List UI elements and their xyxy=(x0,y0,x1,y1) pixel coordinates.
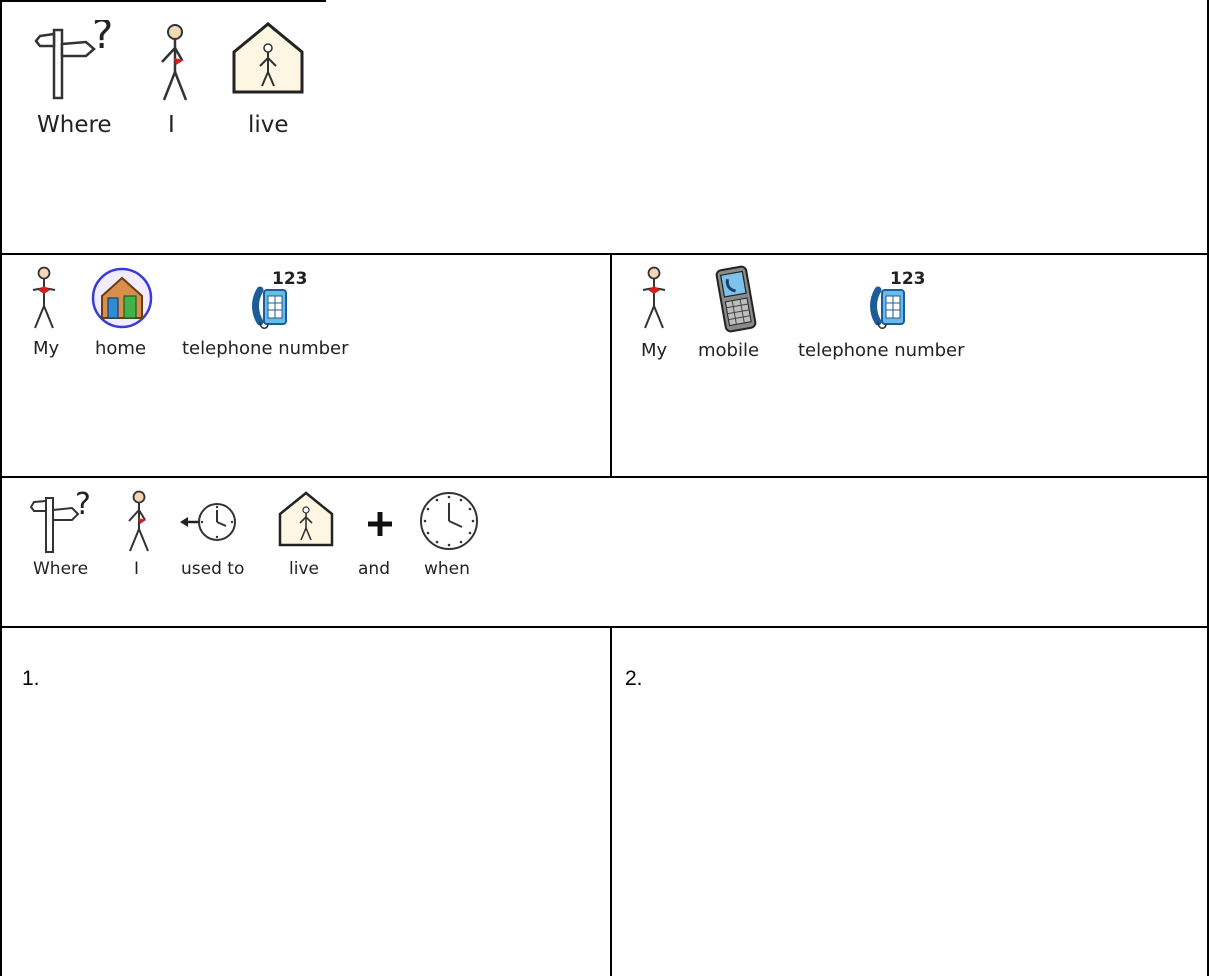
word-when: when xyxy=(424,559,470,579)
word-telephone-number: telephone number xyxy=(798,340,965,361)
word-used-to: used to xyxy=(181,559,245,579)
past-clock-icon xyxy=(178,494,238,550)
person-i-icon xyxy=(124,489,154,553)
cell-address-1 xyxy=(0,626,612,976)
person-my-icon xyxy=(639,266,669,330)
word-my: My xyxy=(641,340,668,361)
phone-badge-mobile: 123 xyxy=(890,269,926,289)
home-circle-icon xyxy=(90,266,154,330)
signpost-question-icon: ? xyxy=(34,20,118,100)
address-1-label: 1. xyxy=(22,667,40,690)
svg-text:?: ? xyxy=(92,20,113,58)
house-live-icon xyxy=(275,490,337,548)
plus-and-icon xyxy=(360,504,400,544)
word-mobile: mobile xyxy=(698,340,760,361)
address-2-label: 2. xyxy=(625,667,643,690)
clock-when-icon xyxy=(418,490,480,552)
signpost-question-icon: ? xyxy=(30,490,96,554)
mobile-phone-icon xyxy=(713,264,759,334)
person-i-icon xyxy=(156,22,194,102)
telephone-number-icon: 123 xyxy=(250,266,320,332)
phone-badge-home: 123 xyxy=(272,269,308,289)
word-live: live xyxy=(289,559,319,579)
word-live: live xyxy=(248,112,289,138)
word-where: Where xyxy=(33,559,89,579)
word-where: Where xyxy=(37,112,112,138)
word-i: I xyxy=(168,112,175,138)
word-telephone-number: telephone number xyxy=(182,338,349,359)
cell-address-2 xyxy=(610,626,1209,976)
word-home: home xyxy=(95,338,147,359)
house-live-icon xyxy=(226,20,310,96)
word-my: My xyxy=(33,338,60,359)
telephone-number-icon: 123 xyxy=(868,266,938,332)
word-i: I xyxy=(134,559,140,579)
person-my-icon xyxy=(29,266,59,330)
word-and: and xyxy=(358,559,390,579)
svg-text:?: ? xyxy=(75,490,91,522)
